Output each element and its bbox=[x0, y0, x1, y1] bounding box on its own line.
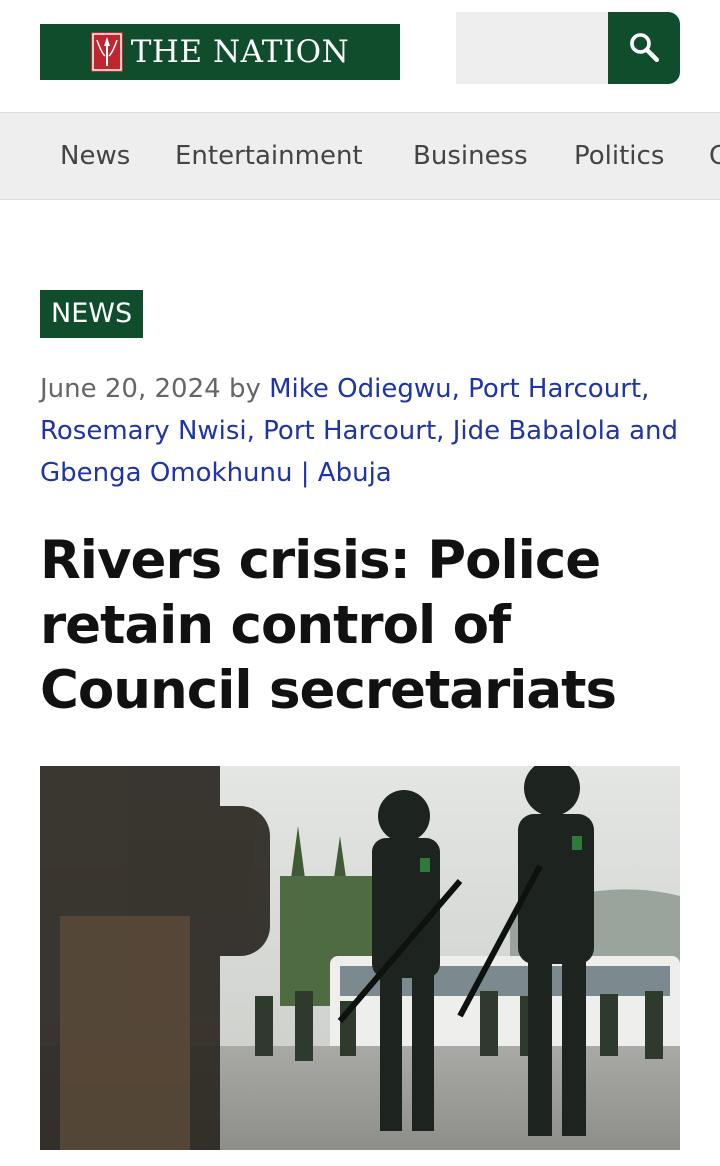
author-link[interactable]: Gbenga Omokhunu bbox=[40, 458, 293, 488]
search-form bbox=[456, 12, 680, 84]
search-button[interactable] bbox=[608, 12, 680, 84]
police-officers-photo bbox=[40, 766, 680, 1150]
nav-item-politics[interactable]: Politics bbox=[574, 113, 664, 199]
byline-separator: | bbox=[300, 458, 310, 488]
article-byline: June 20, 2024 by Mike Odiegwu, Port Harc… bbox=[40, 368, 690, 494]
search-icon bbox=[627, 30, 661, 67]
nav-item-business[interactable]: Business bbox=[413, 113, 528, 199]
author-link[interactable]: Jide Babalola bbox=[453, 416, 621, 446]
byline-and: and bbox=[629, 416, 679, 446]
nav-item-entertainment[interactable]: Entertainment bbox=[175, 113, 363, 199]
article-date: June 20, 2024 bbox=[40, 374, 221, 404]
article-headline: Rivers crisis: Police retain control of … bbox=[40, 530, 617, 721]
category-badge[interactable]: NEWS bbox=[40, 290, 144, 338]
nav-item-news[interactable]: News bbox=[60, 113, 130, 199]
byline-by: by bbox=[228, 374, 261, 404]
author-link[interactable]: Mike Odiegwu, Port Harcourt, bbox=[269, 374, 649, 404]
author-location[interactable]: Abuja bbox=[318, 458, 392, 488]
search-input[interactable] bbox=[456, 12, 608, 84]
hero-image bbox=[40, 766, 680, 1150]
nav-item-more[interactable]: C bbox=[709, 113, 720, 199]
site-logo[interactable]: THE NATION bbox=[40, 24, 400, 80]
author-link[interactable]: Rosemary Nwisi, Port Harcourt, bbox=[40, 416, 444, 446]
logo-emblem-icon bbox=[90, 32, 123, 72]
logo-text: THE NATION bbox=[130, 34, 350, 70]
main-nav: News Entertainment Business Politics C bbox=[0, 112, 720, 200]
site-header: THE NATION bbox=[0, 0, 720, 112]
